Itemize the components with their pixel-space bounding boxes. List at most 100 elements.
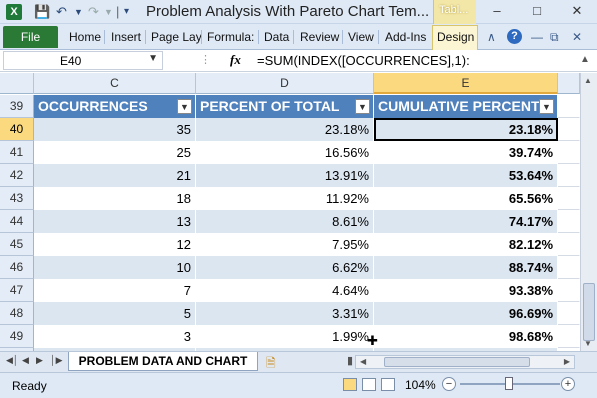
- empty-cell[interactable]: [558, 141, 580, 164]
- empty-cell[interactable]: [558, 164, 580, 187]
- cell-occurrences[interactable]: 10: [34, 256, 196, 279]
- cell-occurrences[interactable]: 5: [34, 302, 196, 325]
- cell-cumulative-percent[interactable]: 88.74%: [374, 256, 558, 279]
- empty-cell[interactable]: [558, 187, 580, 210]
- worksheet-grid[interactable]: C D E 39 OCCURRENCES ▼ PERCENT OF TOTAL …: [0, 73, 580, 371]
- excel-app-icon[interactable]: X: [6, 4, 22, 20]
- empty-cell[interactable]: [558, 256, 580, 279]
- first-sheet-icon[interactable]: ◀│: [6, 355, 19, 366]
- row-header[interactable]: 48: [0, 302, 34, 325]
- scroll-left-icon[interactable]: ◀: [360, 357, 366, 366]
- scroll-thumb[interactable]: [583, 283, 595, 341]
- customize-qat-icon[interactable]: ▾: [124, 4, 129, 20]
- scroll-up-icon[interactable]: ▲: [584, 76, 592, 85]
- row-header[interactable]: 41: [0, 141, 34, 164]
- cell-cumulative-percent[interactable]: 53.64%: [374, 164, 558, 187]
- cell-occurrences[interactable]: 18: [34, 187, 196, 210]
- cell-cumulative-percent[interactable]: 82.12%: [374, 233, 558, 256]
- cell-percent-of-total[interactable]: 13.91%: [196, 164, 374, 187]
- row-header[interactable]: 45: [0, 233, 34, 256]
- tab-page-layout[interactable]: Page Lay: [151, 29, 202, 45]
- undo-dropdown-icon[interactable]: ▼: [74, 4, 83, 20]
- cell-occurrences[interactable]: 35: [34, 118, 196, 141]
- tab-view[interactable]: View: [348, 29, 374, 45]
- zoom-in-icon[interactable]: +: [561, 377, 575, 391]
- cell-cumulative-percent[interactable]: 93.38%: [374, 279, 558, 302]
- table-header-percent-of-total[interactable]: PERCENT OF TOTAL ▼: [196, 95, 374, 118]
- save-icon[interactable]: 💾: [34, 4, 50, 20]
- empty-cell[interactable]: [558, 95, 580, 118]
- cell-occurrences[interactable]: 12: [34, 233, 196, 256]
- scroll-down-icon[interactable]: ▼: [584, 339, 592, 348]
- name-box[interactable]: E40 ▼: [3, 51, 163, 70]
- horizontal-scrollbar[interactable]: ◀ ▶: [355, 355, 575, 369]
- cell-percent-of-total[interactable]: 8.61%: [196, 210, 374, 233]
- workbook-minimize-icon[interactable]: —: [531, 29, 543, 45]
- row-header[interactable]: 49: [0, 325, 34, 348]
- tab-home[interactable]: Home: [69, 29, 101, 45]
- row-header[interactable]: 43: [0, 187, 34, 210]
- tab-review[interactable]: Review: [300, 29, 339, 45]
- empty-cell[interactable]: [558, 233, 580, 256]
- empty-cell[interactable]: [558, 325, 580, 348]
- filter-dropdown-icon[interactable]: ▼: [539, 99, 554, 114]
- cell-percent-of-total[interactable]: 11.92%: [196, 187, 374, 210]
- minimize-button[interactable]: –: [477, 0, 517, 24]
- column-header-c[interactable]: C: [34, 73, 196, 94]
- row-header[interactable]: 39: [0, 95, 34, 118]
- page-layout-view-icon[interactable]: [362, 378, 376, 391]
- normal-view-icon[interactable]: [343, 378, 357, 391]
- row-header[interactable]: 46: [0, 256, 34, 279]
- close-button[interactable]: ✕: [557, 0, 597, 24]
- cell-occurrences[interactable]: 3: [34, 325, 196, 348]
- row-header[interactable]: 42: [0, 164, 34, 187]
- filter-dropdown-icon[interactable]: ▼: [177, 99, 192, 114]
- cell-percent-of-total[interactable]: 1.99%: [196, 325, 374, 348]
- cell-cumulative-percent[interactable]: 98.68%: [374, 325, 558, 348]
- next-sheet-icon[interactable]: ▶: [36, 355, 43, 366]
- insert-function-icon[interactable]: fx: [230, 52, 241, 68]
- formula-input[interactable]: =SUM(INDEX([OCCURRENCES],1):: [257, 53, 470, 68]
- row-header[interactable]: 44: [0, 210, 34, 233]
- scroll-right-icon[interactable]: ▶: [564, 357, 570, 366]
- cell-occurrences[interactable]: 13: [34, 210, 196, 233]
- cell-percent-of-total[interactable]: 4.64%: [196, 279, 374, 302]
- row-header[interactable]: 47: [0, 279, 34, 302]
- workbook-close-icon[interactable]: ✕: [572, 29, 582, 45]
- active-cell[interactable]: 23.18%: [374, 118, 558, 141]
- select-all-corner[interactable]: [0, 73, 34, 94]
- chevron-down-icon[interactable]: ▼: [148, 53, 158, 64]
- empty-cell[interactable]: [558, 279, 580, 302]
- zoom-slider-thumb[interactable]: [505, 377, 513, 390]
- column-header-d[interactable]: D: [196, 73, 374, 94]
- workbook-restore-icon[interactable]: ⧉: [550, 29, 559, 45]
- help-icon[interactable]: ?: [507, 29, 522, 44]
- row-header[interactable]: 40: [0, 118, 34, 141]
- last-sheet-icon[interactable]: │▶: [50, 355, 63, 366]
- file-tab[interactable]: File: [3, 26, 58, 48]
- tab-add-ins[interactable]: Add-Ins: [385, 29, 426, 45]
- vertical-scrollbar[interactable]: ▲ ▼: [580, 73, 597, 351]
- cell-percent-of-total[interactable]: 23.18%: [196, 118, 374, 141]
- column-header-e[interactable]: E: [374, 73, 558, 94]
- empty-cell[interactable]: [558, 118, 580, 141]
- maximize-button[interactable]: □: [517, 0, 557, 24]
- horizontal-scroll-thumb[interactable]: [384, 357, 530, 367]
- redo-dropdown-icon[interactable]: ▼: [104, 4, 113, 20]
- minimize-ribbon-icon[interactable]: ∧: [487, 29, 496, 45]
- cell-occurrences[interactable]: 7: [34, 279, 196, 302]
- zoom-level[interactable]: 104%: [405, 378, 436, 392]
- table-header-cumulative-percent[interactable]: CUMULATIVE PERCENT ▼: [374, 95, 558, 118]
- prev-sheet-icon[interactable]: ◀: [22, 355, 29, 366]
- tab-formulas[interactable]: Formula:: [207, 29, 254, 45]
- page-break-preview-icon[interactable]: [381, 378, 395, 391]
- cell-occurrences[interactable]: 21: [34, 164, 196, 187]
- expand-formula-bar-icon[interactable]: ▲: [580, 54, 590, 65]
- empty-cell[interactable]: [558, 210, 580, 233]
- formula-bar-grip-icon[interactable]: ⋮: [200, 53, 211, 66]
- cell-cumulative-percent[interactable]: 65.56%: [374, 187, 558, 210]
- undo-icon[interactable]: ↶: [56, 4, 67, 20]
- sheet-tab-active[interactable]: PROBLEM DATA AND CHART: [68, 352, 258, 371]
- table-header-occurrences[interactable]: OCCURRENCES ▼: [34, 95, 196, 118]
- empty-cell[interactable]: [558, 302, 580, 325]
